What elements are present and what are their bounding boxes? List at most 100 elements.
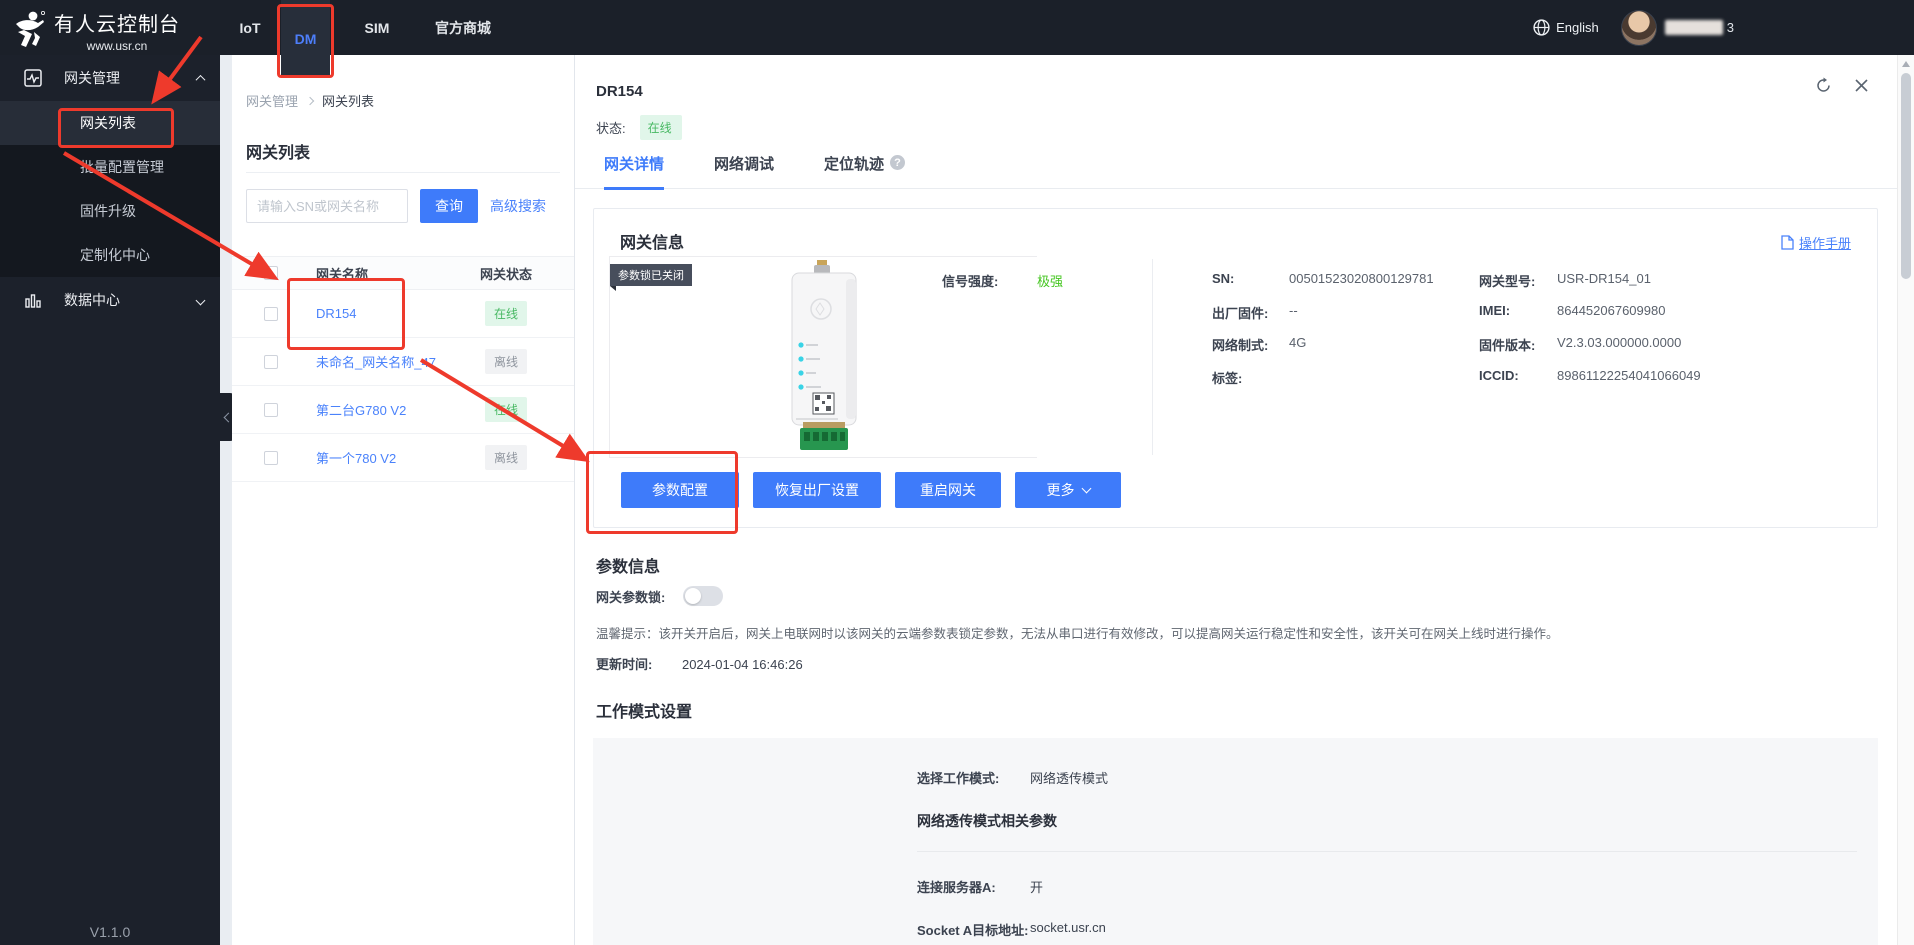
manual-link-label: 操作手册 [1799, 233, 1851, 252]
row-checkbox[interactable] [264, 307, 278, 321]
sidebar-item-firmware-upgrade[interactable]: 固件升级 [0, 189, 220, 233]
sidebar-group-data-center[interactable]: 数据中心 [0, 277, 220, 323]
table-row[interactable]: 第一个780 V2 离线 [232, 434, 574, 482]
param-label: Socket A目标地址: [917, 920, 1030, 939]
tab-label: 网络调试 [714, 153, 774, 174]
sidebar-item-batch-config[interactable]: 批量配置管理 [0, 145, 220, 189]
status-badge: 在线 [485, 397, 527, 422]
table-row[interactable]: 第二台G780 V2 在线 [232, 386, 574, 434]
table-row[interactable]: 未命名_网关名称_47 离线 [232, 338, 574, 386]
table-header-row: 网关名称 网关状态 [232, 256, 574, 290]
field-label: 网关型号: [1479, 271, 1535, 290]
nav-tab-shop[interactable]: 官方商城 [428, 0, 498, 55]
update-time-label: 更新时间: [596, 657, 652, 672]
gateway-info-card: 网关信息 操作手册 参数锁已关闭 [593, 208, 1878, 528]
sidebar-item-label: 定制化中心 [80, 245, 150, 265]
row-checkbox[interactable] [264, 355, 278, 369]
row-checkbox[interactable] [264, 451, 278, 465]
field-value: 89861122254041066049 [1557, 368, 1701, 383]
chevron-down-icon [196, 295, 206, 305]
sidebar-group-gateway[interactable]: 网关管理 [0, 55, 220, 101]
app-version: V1.1.0 [0, 924, 220, 940]
row-checkbox[interactable] [264, 403, 278, 417]
sidebar-group-label: 网关管理 [64, 68, 197, 88]
select-all-checkbox[interactable] [264, 266, 278, 280]
section-title-gateway-info: 网关信息 [620, 229, 684, 253]
work-mode-subtitle: 网络透传模式相关参数 [917, 811, 1878, 831]
close-icon[interactable] [1854, 78, 1869, 93]
sidebar-item-label: 固件升级 [80, 201, 136, 221]
detail-title: DR154 [596, 83, 643, 100]
section-title-work-mode: 工作模式设置 [596, 698, 692, 722]
param-lock-toggle[interactable] [683, 586, 723, 606]
divider [1152, 259, 1153, 455]
tab-network-debug[interactable]: 网络调试 [714, 153, 774, 188]
gateway-detail-panel: DR154 状态: 在线 网关详情 网络调试 定位轨迹 ? 网关信息 操作手册 … [574, 55, 1897, 945]
gateway-name-link[interactable]: DR154 [316, 306, 356, 321]
language-label: English [1556, 20, 1599, 35]
work-mode-value: 网络透传模式 [1030, 768, 1108, 787]
field-value: V2.3.03.000000.0000 [1557, 335, 1681, 350]
gateway-name-link[interactable]: 第二台G780 V2 [316, 403, 406, 418]
nav-tab-iot[interactable]: IoT [228, 0, 272, 55]
field-value: USR-DR154_01 [1557, 271, 1651, 286]
tab-gateway-detail[interactable]: 网关详情 [604, 153, 664, 188]
param-lock-tip: 温馨提示：该开关开启后，网关上电联网时以该网关的云端参数表锁定参数，无法从串口进… [596, 623, 1559, 642]
table-row[interactable]: DR154 在线 [232, 290, 574, 338]
field-label: 固件版本: [1479, 335, 1535, 354]
advanced-search-link[interactable]: 高级搜索 [490, 196, 546, 216]
help-icon[interactable]: ? [890, 155, 905, 170]
more-actions-button[interactable]: 更多 [1015, 472, 1121, 508]
nav-tab-sim[interactable]: SIM [352, 0, 402, 55]
param-label: 连接服务器A: [917, 877, 1030, 896]
page-scrollbar[interactable] [1897, 55, 1914, 945]
document-icon [1781, 235, 1794, 250]
status-badge: 在线 [485, 301, 527, 326]
sidebar: 网关管理 网关列表 批量配置管理 固件升级 定制化中心 数据中心 V1.1.0 [0, 55, 220, 945]
sidebar-item-customization-center[interactable]: 定制化中心 [0, 233, 220, 277]
scrollbar-thumb[interactable] [1901, 73, 1911, 279]
divider [246, 172, 560, 173]
gateway-name-link[interactable]: 第一个780 V2 [316, 451, 396, 466]
app-title: 有人云控制台 [54, 8, 180, 37]
param-value: 开 [1030, 877, 1043, 896]
breadcrumb-current: 网关列表 [322, 91, 374, 110]
field-label: 出厂固件: [1212, 303, 1268, 322]
search-button[interactable]: 查询 [420, 189, 478, 223]
more-label: 更多 [1047, 480, 1075, 500]
detail-tabs: 网关详情 网络调试 定位轨迹 ? [575, 153, 1897, 189]
detail-status-badge: 在线 [640, 115, 682, 140]
restart-gateway-button[interactable]: 重启网关 [895, 472, 1001, 508]
update-time-value: 2024-01-04 16:46:26 [682, 657, 803, 672]
sidebar-submenu: 网关列表 批量配置管理 固件升级 定制化中心 [0, 101, 220, 277]
breadcrumb: 网关管理 网关列表 [246, 91, 374, 110]
sidebar-item-label: 批量配置管理 [80, 157, 164, 177]
signal-strength-label: 信号强度: [942, 271, 998, 290]
refresh-icon[interactable] [1815, 77, 1832, 94]
top-header: 有人云控制台 www.usr.cn IoT DM SIM 官方商城 Englis… [0, 0, 1914, 55]
manual-link[interactable]: 操作手册 [1781, 233, 1851, 252]
page-title: 网关列表 [246, 139, 310, 163]
tab-location-track[interactable]: 定位轨迹 ? [824, 153, 905, 188]
status-label: 状态: [596, 118, 626, 137]
field-value: -- [1289, 303, 1298, 318]
divider [917, 851, 1857, 852]
search-input[interactable] [246, 189, 408, 223]
field-value: 864452067609980 [1557, 303, 1665, 318]
status-badge: 离线 [485, 349, 527, 374]
data-center-icon [24, 291, 42, 309]
sidebar-item-gateway-list[interactable]: 网关列表 [0, 101, 220, 145]
param-value: socket.usr.cn [1030, 920, 1106, 939]
param-config-button[interactable]: 参数配置 [621, 472, 739, 508]
scroll-up-arrow-icon[interactable] [1902, 61, 1910, 67]
gateway-name-link[interactable]: 未命名_网关名称_47 [316, 355, 436, 370]
field-label: ICCID: [1479, 368, 1519, 383]
breadcrumb-parent[interactable]: 网关管理 [246, 91, 298, 110]
nav-tab-dm[interactable]: DM [281, 0, 330, 78]
language-switch[interactable]: English [1533, 19, 1599, 36]
factory-reset-button[interactable]: 恢复出厂设置 [753, 472, 881, 508]
column-header-name: 网关名称 [316, 264, 476, 283]
avatar[interactable] [1621, 10, 1657, 46]
column-header-status: 网关状态 [476, 264, 536, 283]
field-label: SN: [1212, 271, 1234, 286]
